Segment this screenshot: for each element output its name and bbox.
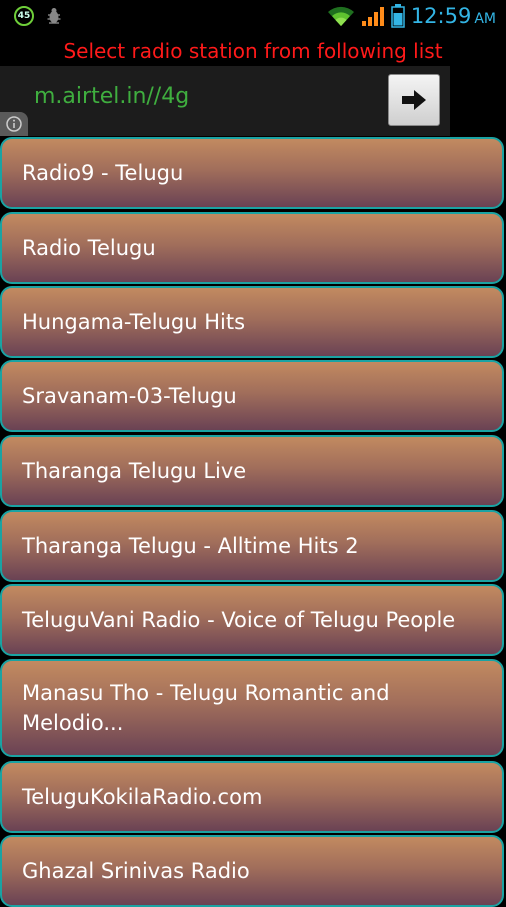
station-label: Radio9 - Telugu	[22, 161, 184, 185]
station-label: TeluguVani Radio - Voice of Telugu Peopl…	[22, 608, 456, 632]
clock-time: 12:59	[410, 4, 472, 28]
ad-banner[interactable]: m.airtel.in//4g	[0, 66, 450, 136]
ad-text[interactable]: m.airtel.in//4g	[34, 84, 189, 109]
ad-arrow-button[interactable]	[388, 74, 440, 126]
signal-icon	[361, 7, 384, 26]
station-item[interactable]: TeluguVani Radio - Voice of Telugu Peopl…	[0, 584, 504, 656]
station-item[interactable]: Ghazal Srinivas Radio	[0, 835, 504, 907]
arrow-right-icon	[402, 90, 426, 110]
wifi-icon	[327, 6, 354, 27]
page-title: Select radio station from following list	[63, 39, 443, 63]
clock-ampm: AM	[474, 11, 496, 27]
status-bar: 45 12:59 AM	[0, 0, 506, 36]
station-label: TeluguKokilaRadio.com	[22, 785, 263, 809]
info-icon[interactable]	[0, 112, 28, 136]
station-label: Tharanga Telugu - Alltime Hits 2	[22, 534, 359, 558]
station-item[interactable]: Manasu Tho - Telugu Romantic and Melodio…	[0, 659, 504, 757]
station-label: Hungama-Telugu Hits	[22, 310, 246, 334]
station-label: Radio Telugu	[22, 236, 156, 260]
station-item[interactable]: Tharanga Telugu - Alltime Hits 2	[0, 510, 504, 582]
clock: 12:59 AM	[411, 4, 496, 28]
station-label: Tharanga Telugu Live	[22, 459, 247, 483]
station-item[interactable]: Sravanam-03-Telugu	[0, 360, 504, 432]
station-label: Ghazal Srinivas Radio	[22, 859, 250, 883]
station-item[interactable]: Radio9 - Telugu	[0, 137, 504, 209]
battery-icon	[391, 4, 405, 28]
station-item[interactable]: TeluguKokilaRadio.com	[0, 761, 504, 833]
info-glyph-icon	[6, 116, 22, 132]
notification-count-icon: 45	[14, 6, 34, 26]
station-label: Sravanam-03-Telugu	[22, 384, 237, 408]
station-item[interactable]: Radio Telugu	[0, 212, 504, 284]
bug-icon	[47, 8, 61, 24]
station-label: Manasu Tho - Telugu Romantic and Melodio…	[22, 681, 390, 735]
station-item[interactable]: Tharanga Telugu Live	[0, 435, 504, 507]
station-item[interactable]: Hungama-Telugu Hits	[0, 286, 504, 358]
